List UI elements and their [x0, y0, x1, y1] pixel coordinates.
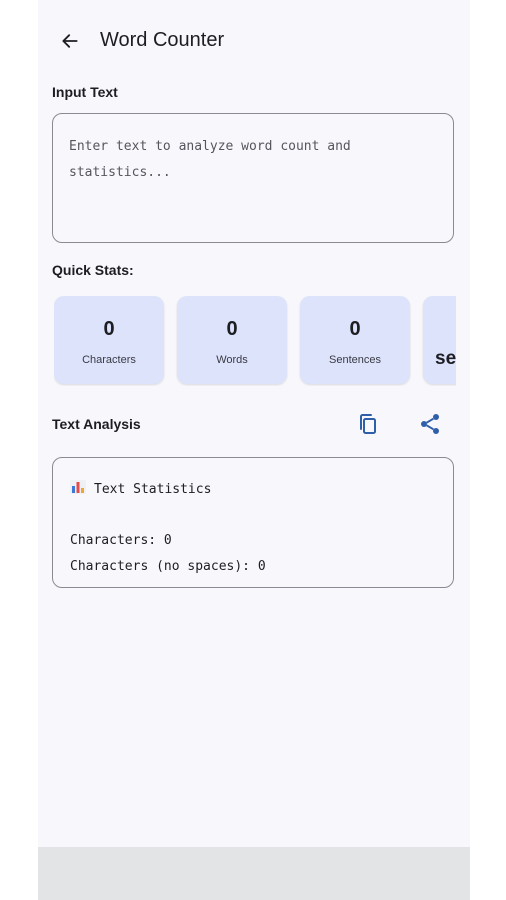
stat-line-characters-no-spaces: Characters (no spaces): 0: [70, 559, 266, 574]
stat-label: Characters: [82, 354, 136, 366]
text-statistics-panel: Text Statistics Characters: 0 Characters…: [52, 457, 454, 588]
stat-card-words: 0 Words: [177, 296, 287, 384]
stat-line-characters: Characters: 0: [70, 533, 172, 548]
stat-label: Words: [216, 354, 248, 366]
text-analysis-header: Text Analysis: [52, 410, 454, 440]
stat-card-partial: se: [423, 296, 456, 384]
panel-title: Text Statistics: [94, 482, 212, 497]
input-section-label: Input Text: [52, 84, 118, 100]
stat-value: 0: [103, 318, 115, 340]
share-icon: [421, 414, 439, 434]
system-navigation-bar: [38, 847, 470, 900]
stat-card-sentences: 0 Sentences: [300, 296, 410, 384]
page-title: Word Counter: [100, 29, 225, 51]
copy-button[interactable]: [354, 410, 382, 438]
quick-stats-row[interactable]: 0 Characters 0 Words 0 Sentences se: [54, 296, 456, 386]
stat-partial-text: se: [435, 348, 456, 369]
quick-stats-label: Quick Stats:: [52, 262, 134, 278]
arrow-left-icon: [62, 34, 78, 48]
top-app-bar: Word Counter: [38, 18, 470, 64]
panel-title-row: Text Statistics: [70, 480, 211, 497]
back-button[interactable]: [56, 27, 84, 55]
share-button[interactable]: [416, 410, 444, 438]
stat-value: 0: [226, 318, 238, 340]
bar-chart-icon: [70, 480, 86, 494]
text-input-field[interactable]: [52, 113, 454, 243]
text-analysis-label: Text Analysis: [52, 416, 141, 432]
text-input[interactable]: [53, 114, 453, 242]
copy-icon: [360, 414, 376, 434]
stat-card-characters: 0 Characters: [54, 296, 164, 384]
stat-label: Sentences: [329, 354, 381, 366]
app-screen: Word Counter Input Text Quick Stats: 0 C…: [38, 0, 470, 900]
stat-value: 0: [349, 318, 361, 340]
